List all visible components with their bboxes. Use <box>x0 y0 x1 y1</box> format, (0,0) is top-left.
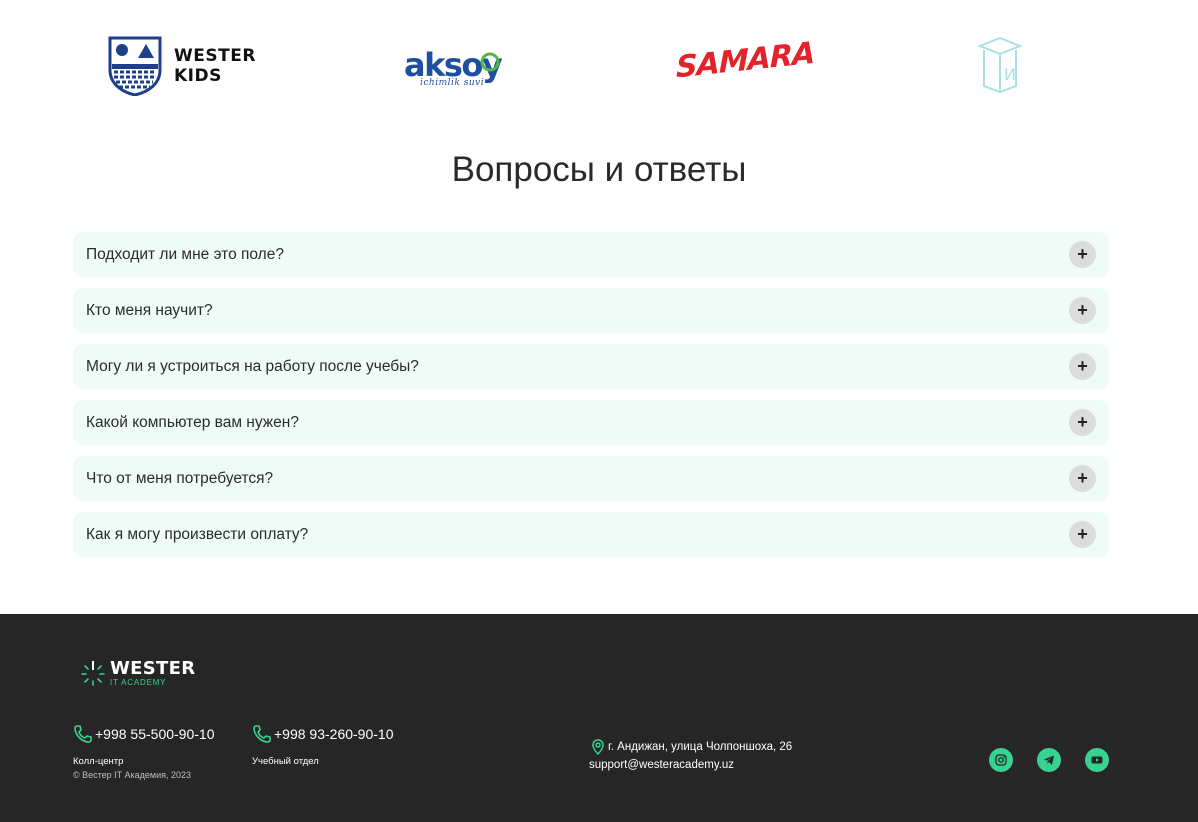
plus-icon[interactable]: + <box>1069 353 1096 380</box>
email-link[interactable]: support@westeracademy.uz <box>589 759 734 771</box>
plus-icon[interactable]: + <box>1069 409 1096 436</box>
wester-kids-wordmark: WESTER KIDS <box>174 46 256 86</box>
faq-item[interactable]: Какой компьютер вам нужен? + <box>73 400 1109 445</box>
faq-item[interactable]: Что от меня потребуется? + <box>73 456 1109 501</box>
faq-title: Вопросы и ответы <box>451 150 747 189</box>
partner-logo-samara[interactable]: SAMARA <box>676 34 815 98</box>
instagram-icon <box>995 754 1007 766</box>
footer: WESTER IT ACADEMY +998 55-500-90-10 +998… <box>0 614 1198 822</box>
location-pin-icon <box>592 739 604 755</box>
wester-kids-line2: KIDS <box>174 66 222 86</box>
faq-item[interactable]: Могу ли я устроиться на работу после уче… <box>73 344 1109 389</box>
phone-icon <box>74 725 92 743</box>
phone-icon <box>253 725 271 743</box>
samara-wordmark: SAMARA <box>676 35 815 86</box>
footer-address: г. Андижан, улица Чолпоншоха, 26 <box>590 739 792 755</box>
footer-logo[interactable]: WESTER IT ACADEMY <box>80 660 195 688</box>
phone-label-study: Учебный отдел <box>252 756 319 767</box>
faq-list: Подходит ли мне это поле? + Кто меня нау… <box>73 232 1109 568</box>
youtube-icon <box>1091 756 1103 764</box>
plus-icon[interactable]: + <box>1069 521 1096 548</box>
faq-question: Подходит ли мне это поле? <box>86 245 284 263</box>
partner-logo-book[interactable]: И <box>976 34 1024 98</box>
aksoy-leaf-icon <box>480 52 500 72</box>
instagram-button[interactable] <box>989 748 1013 772</box>
address-text: г. Андижан, улица Чолпоншоха, 26 <box>608 741 793 753</box>
phone-number-1[interactable]: +998 55-500-90-10 <box>95 726 215 742</box>
plus-icon[interactable]: + <box>1069 465 1096 492</box>
faq-question: Могу ли я устроиться на работу после уче… <box>86 357 419 375</box>
partner-logo-wester-kids[interactable]: WESTER KIDS <box>108 34 256 98</box>
graduation-book-icon: И <box>977 36 1023 94</box>
wester-kids-shield-icon <box>108 36 162 96</box>
footer-phone-study[interactable]: +998 93-260-90-10 <box>252 724 394 744</box>
copyright: © Вестер IT Академия, 2023 <box>73 770 192 780</box>
phone-label-callcenter: Колл-центр <box>73 756 124 767</box>
youtube-button[interactable] <box>1085 748 1109 772</box>
faq-item[interactable]: Подходит ли мне это поле? + <box>73 232 1109 277</box>
faq-item[interactable]: Кто меня научит? + <box>73 288 1109 333</box>
footer-phone-callcenter[interactable]: +998 55-500-90-10 <box>73 724 215 744</box>
plus-icon[interactable]: + <box>1069 297 1096 324</box>
phone-number-2[interactable]: +998 93-260-90-10 <box>274 726 394 742</box>
samara-logo: SAMARA <box>676 35 815 91</box>
plus-icon[interactable]: + <box>1069 241 1096 268</box>
telegram-button[interactable] <box>1037 748 1061 772</box>
aksoy-logo: aksoy ichimlik suvi <box>404 36 504 96</box>
faq-question: Что от меня потребуется? <box>86 469 274 487</box>
faq-question: Какой компьютер вам нужен? <box>86 413 299 431</box>
book-letter: И <box>1004 65 1016 84</box>
footer-logo-sub: IT ACADEMY <box>110 678 167 687</box>
partner-logo-aksoy[interactable]: aksoy ichimlik suvi <box>404 34 504 98</box>
partners-strip: WESTER KIDS aksoy ichimlik suvi SAMARA И <box>0 0 1198 130</box>
wester-kids-line1: WESTER <box>174 46 256 66</box>
faq-question: Кто меня научит? <box>86 301 213 319</box>
aksoy-tagline: ichimlik suvi <box>420 78 485 88</box>
wester-sunburst-icon <box>81 661 105 686</box>
faq-question: Как я могу произвести оплату? <box>86 525 309 543</box>
telegram-icon <box>1044 755 1054 765</box>
faq-item[interactable]: Как я могу произвести оплату? + <box>73 512 1109 557</box>
footer-logo-main: WESTER <box>110 658 196 679</box>
